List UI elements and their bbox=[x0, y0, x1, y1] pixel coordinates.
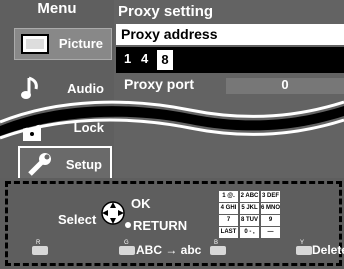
address-digit: 1 bbox=[124, 51, 132, 66]
sidebar-item-label: Setup bbox=[65, 157, 102, 172]
sidebar-item-audio[interactable]: Audio bbox=[14, 71, 112, 103]
numpad-key: 6 MNO bbox=[261, 203, 280, 214]
yellow-button bbox=[296, 246, 312, 255]
proxy-address-input[interactable] bbox=[116, 47, 344, 73]
numpad-key: 2 ABC bbox=[240, 191, 259, 202]
address-digit-cursor[interactable]: 8 bbox=[157, 50, 173, 70]
proxy-address-label: Proxy address bbox=[121, 26, 218, 42]
numpad-key: 7 PQRS bbox=[219, 215, 238, 226]
numpad-key: 8 TUV bbox=[240, 215, 259, 226]
proxy-port-label: Proxy port bbox=[124, 76, 195, 92]
return-label: RETURN bbox=[133, 218, 188, 233]
numpad-key: 3 DEF bbox=[261, 191, 280, 202]
numpad-key: — bbox=[261, 227, 280, 238]
green-button bbox=[119, 246, 135, 255]
numpad-key: 0 - , bbox=[240, 227, 259, 238]
return-dot-icon bbox=[125, 222, 131, 228]
abc-toggle-label: ABC → abc bbox=[136, 243, 202, 257]
numpad-key: 9 WXYZ bbox=[261, 215, 280, 226]
numpad-key: 1 @. bbox=[219, 191, 238, 202]
proxy-port-value: 0 bbox=[281, 77, 289, 92]
menu-title: Menu bbox=[37, 0, 77, 17]
delete-label: Delete bbox=[312, 243, 344, 257]
page-title: Proxy setting bbox=[118, 3, 214, 20]
sidebar-item-label: Picture bbox=[58, 36, 103, 51]
screen-tear-divider bbox=[0, 100, 344, 140]
dpad-icon bbox=[97, 198, 129, 233]
numpad-key: 5 JKL bbox=[240, 203, 259, 214]
ok-label: OK bbox=[131, 196, 151, 211]
select-label: Select bbox=[58, 212, 97, 227]
sidebar-item-setup[interactable]: Setup bbox=[18, 146, 112, 180]
red-button bbox=[32, 246, 48, 255]
picture-icon bbox=[21, 33, 49, 60]
sidebar-item-label: Audio bbox=[67, 81, 104, 96]
numpad-key: 4 GHI bbox=[219, 203, 238, 214]
numpad-key: LAST bbox=[219, 227, 238, 238]
sidebar-item-picture[interactable]: Picture bbox=[14, 28, 112, 60]
blue-button bbox=[210, 246, 226, 255]
address-digit: 4 bbox=[141, 51, 149, 66]
